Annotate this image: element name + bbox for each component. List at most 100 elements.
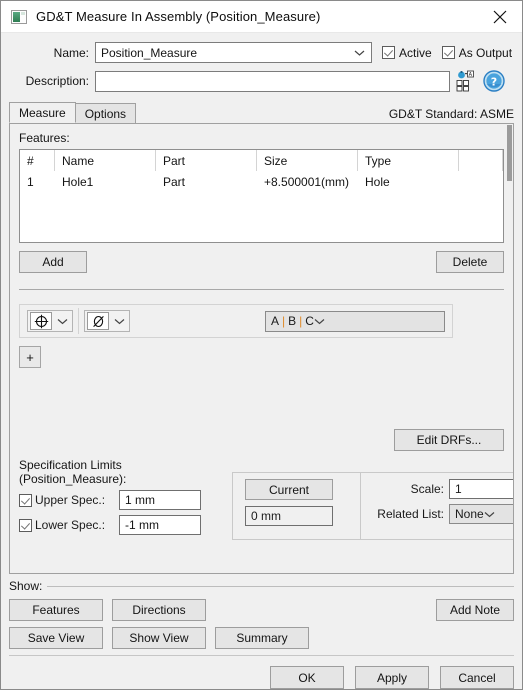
show-legend-label: Show:	[9, 579, 43, 593]
current-value: 0 mm	[251, 509, 281, 523]
scale-label: Scale:	[410, 482, 444, 496]
tab-options[interactable]: Options	[74, 103, 137, 123]
upper-spec-checkbox[interactable]	[19, 493, 32, 507]
specification-limits-section: Specification Limits (Position_Measure):…	[19, 458, 513, 540]
scale-input[interactable]: 1	[449, 479, 513, 499]
description-label: Description:	[25, 74, 89, 88]
tab-strip: Measure Options GD&T Standard: ASME	[1, 102, 522, 123]
title-bar: GD&T Measure In Assembly (Position_Measu…	[1, 1, 522, 33]
show-row-2: Save View Show View Summary	[9, 627, 514, 649]
related-list-combo[interactable]: None	[449, 504, 513, 524]
measure-tab-panel: Features: # Name Part Size Type 1 Hole 1 …	[9, 123, 514, 574]
name-combo[interactable]: Position_Measure	[95, 42, 372, 63]
close-icon[interactable]	[478, 1, 522, 32]
save-view-button[interactable]: Save View	[9, 627, 103, 649]
window-title: GD&T Measure In Assembly (Position_Measu…	[36, 9, 321, 24]
gdt-standard-label: GD&T Standard: ASME	[388, 107, 514, 121]
lower-spec-input[interactable]: -1 mm	[119, 515, 201, 535]
description-input[interactable]	[95, 70, 450, 92]
directions-button-label: Directions	[132, 603, 186, 617]
footer-divider	[9, 655, 514, 656]
show-view-button[interactable]: Show View	[112, 627, 206, 649]
name-label: Name:	[53, 45, 89, 60]
column-header-name: Name	[55, 150, 156, 171]
features-table[interactable]: # Name Part Size Type 1 Hole1 Part +8.50…	[19, 149, 504, 243]
current-value-field: 0 mm	[245, 506, 333, 526]
as-output-checkbox[interactable]: As Output	[441, 45, 513, 60]
features-button-label: Features	[32, 603, 80, 617]
window-icon	[11, 9, 27, 24]
show-legend: Show:	[9, 579, 514, 593]
tab-options-label: Options	[84, 106, 127, 121]
current-column: Current 0 mm	[233, 479, 360, 532]
show-row-1: Features Directions Add Note	[9, 599, 514, 621]
directions-button[interactable]: Directions	[112, 599, 206, 621]
chevron-down-icon	[114, 318, 125, 325]
header-icon-strip: A ?	[456, 70, 505, 92]
as-output-label: As Output	[458, 45, 513, 60]
section-divider	[19, 289, 504, 290]
column-header-part: Part	[156, 150, 257, 171]
spec-left-column: Specification Limits (Position_Measure):…	[19, 458, 232, 540]
edit-drfs-button[interactable]: Edit DRFs...	[394, 429, 504, 451]
column-header-type: Type	[358, 150, 459, 171]
help-icon[interactable]: ?	[483, 70, 505, 92]
chevron-down-icon	[57, 318, 68, 325]
active-label: Active	[399, 45, 432, 60]
geometric-symbol-combo[interactable]	[27, 310, 73, 332]
current-button[interactable]: Current	[245, 479, 333, 500]
spec-limits-title: Specification Limits (Position_Measure):	[19, 458, 127, 486]
upper-spec-row: Upper Spec.: 1 mm	[19, 490, 232, 510]
datum-reference-combo[interactable]: A | B | C	[265, 310, 445, 332]
fcf-divider	[78, 308, 79, 334]
diameter-symbol-icon	[87, 312, 109, 330]
tab-measure-label: Measure	[19, 105, 66, 120]
svg-text:?: ?	[491, 76, 497, 89]
svg-text:A: A	[469, 72, 473, 78]
cancel-button-label: Cancel	[458, 670, 496, 685]
cell-num: 1	[27, 174, 34, 189]
apply-button[interactable]: Apply	[355, 666, 429, 689]
feature-control-frame: A | B | C	[19, 304, 453, 338]
delete-button[interactable]: Delete	[436, 251, 504, 273]
ok-button[interactable]: OK	[270, 666, 344, 689]
panel-scrollbar-thumb[interactable]	[507, 125, 512, 181]
upper-spec-input[interactable]: 1 mm	[119, 490, 201, 510]
current-button-label: Current	[268, 482, 309, 497]
ok-button-label: OK	[298, 670, 316, 685]
active-checkbox[interactable]: Active	[382, 46, 432, 60]
show-button-rows: Features Directions Add Note Save View S…	[9, 593, 514, 649]
add-note-button-label: Add Note	[449, 603, 501, 617]
cell-part: Part	[163, 174, 186, 189]
chevron-down-icon	[314, 318, 325, 325]
lower-spec-checkbox[interactable]	[19, 518, 32, 532]
add-button[interactable]: Add	[19, 251, 87, 273]
name-row: Name: Position_Measure Active As Output	[9, 42, 514, 63]
features-section-label: Features:	[19, 131, 70, 145]
attributes-icon[interactable]: A	[456, 70, 480, 92]
tab-measure[interactable]: Measure	[9, 102, 76, 123]
datum-c: C	[305, 314, 314, 328]
features-button[interactable]: Features	[9, 599, 103, 621]
save-view-button-label: Save View	[27, 631, 85, 645]
show-view-button-label: Show View	[129, 631, 189, 645]
lower-spec-row: Lower Spec.: -1 mm	[19, 515, 232, 535]
summary-button[interactable]: Summary	[215, 627, 309, 649]
edit-drfs-row: Edit DRFs...	[19, 429, 504, 451]
features-table-header: # Name Part Size Type	[20, 150, 503, 171]
datum-b: B	[288, 314, 297, 328]
cell-type: Hole	[365, 174, 390, 189]
cancel-button[interactable]: Cancel	[440, 666, 514, 689]
show-group: Show: Features Directions Add Note Save …	[9, 578, 514, 656]
chevron-down-icon	[354, 49, 365, 56]
scale-row: Scale: 1	[369, 479, 513, 499]
datum-separator: |	[282, 314, 286, 328]
summary-button-label: Summary	[236, 631, 288, 645]
table-row[interactable]: 1 Hole1 Part +8.500001(mm) Hole	[20, 171, 503, 192]
add-fcf-row-button[interactable]: +	[19, 346, 41, 368]
name-value: Position_Measure	[101, 45, 198, 60]
lower-spec-label: Lower Spec.:	[35, 518, 106, 532]
material-symbol-combo[interactable]	[84, 310, 130, 332]
add-note-button[interactable]: Add Note	[436, 599, 514, 621]
add-fcf-row-label: +	[26, 349, 34, 365]
